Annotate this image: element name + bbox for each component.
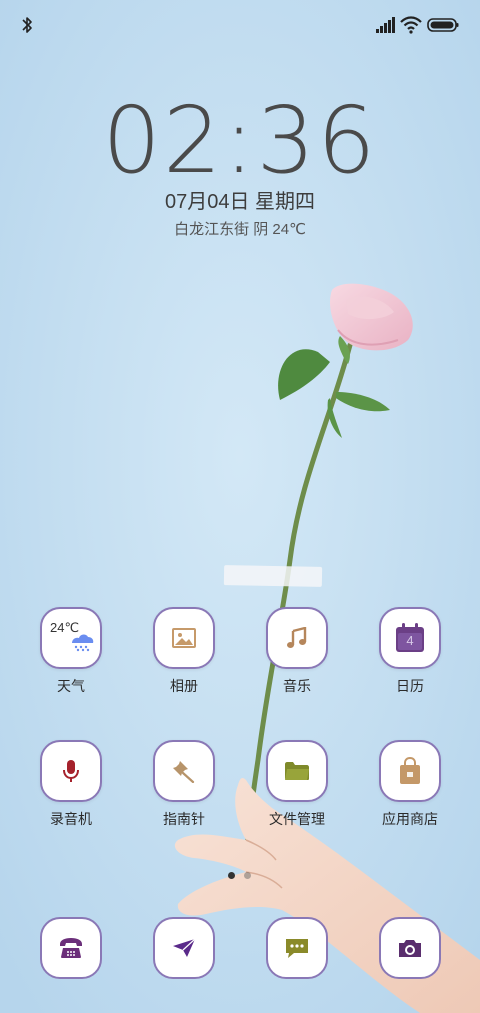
app-weather-icon-box[interactable]: 24℃ xyxy=(40,607,102,669)
app-music-icon-box[interactable] xyxy=(266,607,328,669)
dock-send-icon-box[interactable] xyxy=(153,917,215,979)
battery-icon xyxy=(427,18,459,32)
app-store[interactable]: 应用商店 xyxy=(360,740,460,850)
app-recorder-label: 录音机 xyxy=(50,811,92,827)
app-music-label: 音乐 xyxy=(283,678,311,694)
app-music[interactable]: 音乐 xyxy=(247,607,347,717)
lockscreen-clock: 02:36 xyxy=(102,87,378,194)
weather-icon xyxy=(72,634,94,652)
dock-camera[interactable] xyxy=(360,917,460,983)
app-file-manager-icon-box[interactable] xyxy=(266,740,328,802)
lockscreen-weather: 白龙江东街 阴 24℃ xyxy=(174,221,306,238)
app-calendar-label: 日历 xyxy=(396,678,424,694)
app-gallery-icon-box[interactable] xyxy=(153,607,215,669)
app-weather[interactable]: 24℃ 天气 xyxy=(21,607,121,717)
gallery-icon xyxy=(172,628,196,648)
send-icon xyxy=(173,938,196,957)
app-compass-icon-box[interactable] xyxy=(153,740,215,802)
app-calendar-icon-box[interactable]: 4 xyxy=(379,607,441,669)
camera-icon xyxy=(399,940,421,957)
message-icon xyxy=(286,939,308,958)
app-compass-label: 指南针 xyxy=(163,811,205,827)
dock-messages[interactable] xyxy=(247,917,347,983)
dock-messages-icon-box[interactable] xyxy=(266,917,328,979)
app-gallery-label: 相册 xyxy=(170,678,198,694)
status-bar xyxy=(0,0,480,50)
store-bag-icon xyxy=(400,757,420,784)
app-file-manager[interactable]: 文件管理 xyxy=(247,740,347,850)
compass-pin-icon xyxy=(173,761,195,783)
app-file-manager-label: 文件管理 xyxy=(269,811,325,827)
signal-icon xyxy=(376,17,395,33)
app-weather-label: 天气 xyxy=(57,678,85,694)
app-calendar[interactable]: 4 日历 xyxy=(360,607,460,717)
wifi-icon xyxy=(400,16,422,34)
microphone-icon xyxy=(63,760,79,782)
phone-icon xyxy=(60,938,82,958)
app-recorder[interactable]: 录音机 xyxy=(21,740,121,850)
dock-camera-icon-box[interactable] xyxy=(379,917,441,979)
page-indicator xyxy=(224,872,256,880)
app-gallery[interactable]: 相册 xyxy=(134,607,234,717)
dock-phone-icon-box[interactable] xyxy=(40,917,102,979)
app-recorder-icon-box[interactable] xyxy=(40,740,102,802)
folder-icon xyxy=(285,762,309,780)
app-store-icon-box[interactable] xyxy=(379,740,441,802)
app-store-label: 应用商店 xyxy=(382,811,438,827)
app-compass[interactable]: 指南针 xyxy=(134,740,234,850)
calendar-day-number: 4 xyxy=(406,633,414,648)
page-dot-active[interactable] xyxy=(228,872,235,879)
dock-phone[interactable] xyxy=(21,917,121,983)
page-dot-inactive[interactable] xyxy=(244,872,251,879)
dock-send[interactable] xyxy=(134,917,234,983)
bluetooth-icon xyxy=(22,17,32,33)
music-icon xyxy=(287,627,307,648)
lockscreen-date: 07月04日 星期四 xyxy=(164,191,316,213)
